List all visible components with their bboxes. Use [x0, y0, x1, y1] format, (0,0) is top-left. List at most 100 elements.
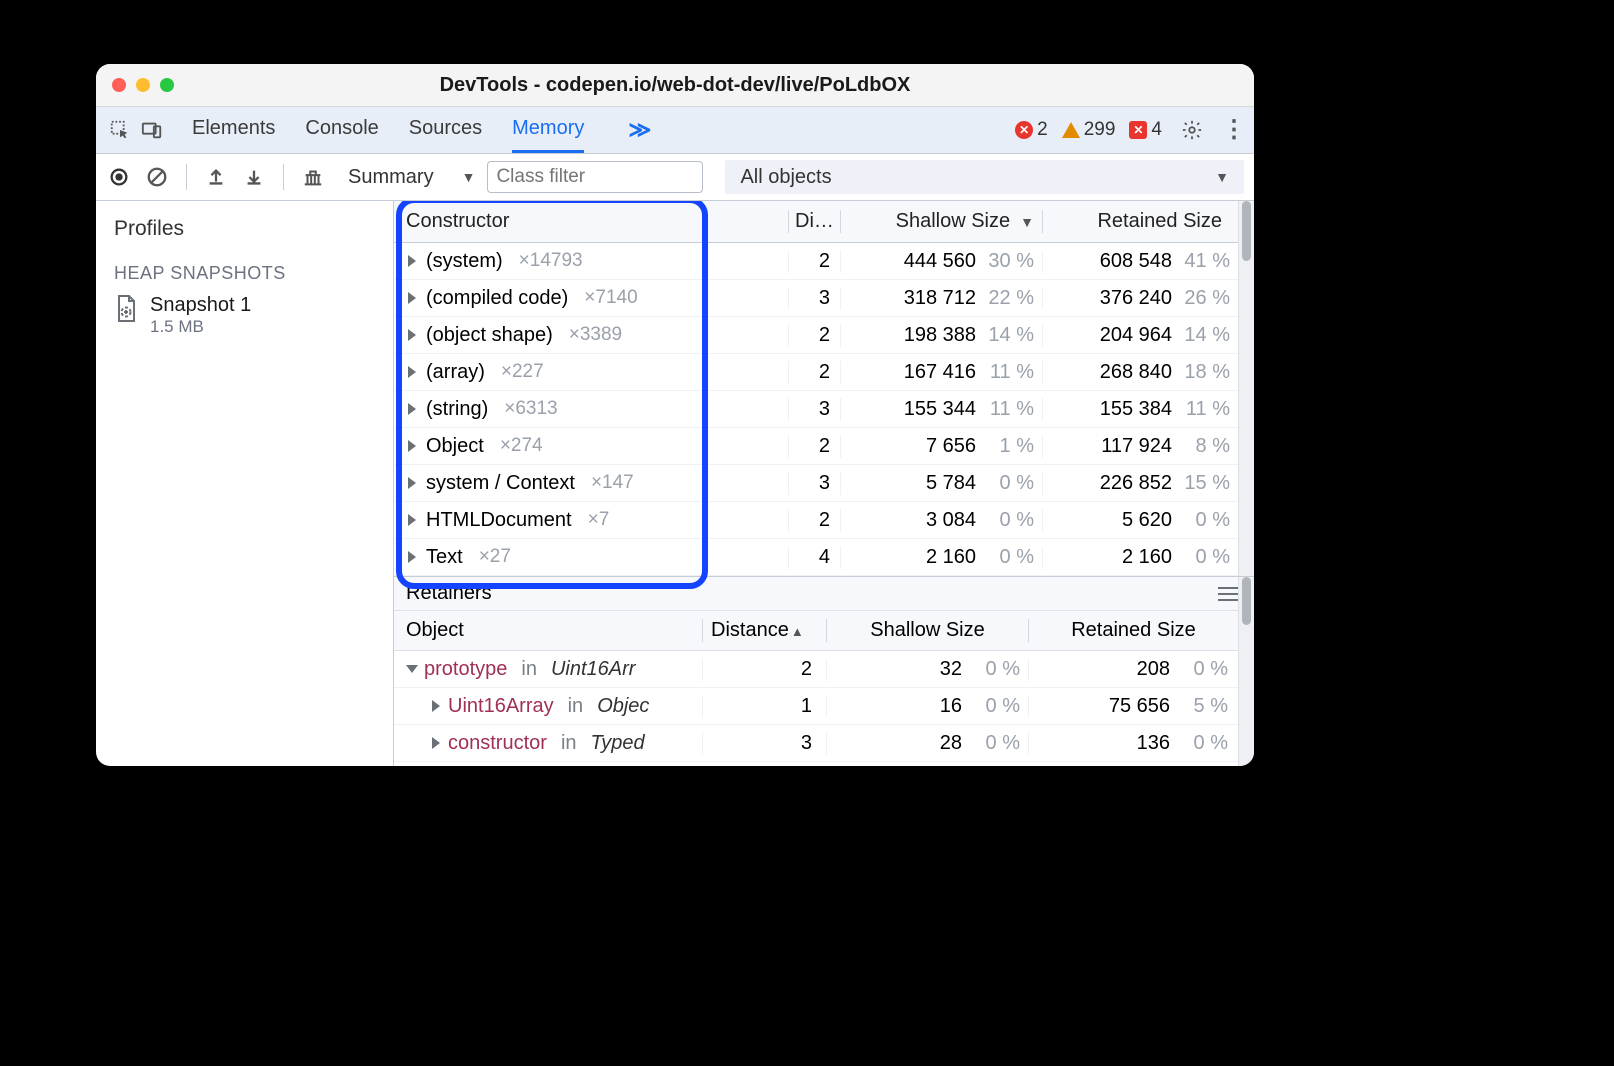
col-distance[interactable]: Di…	[788, 210, 840, 233]
device-toggle-icon[interactable]	[136, 114, 168, 146]
col-retained-size[interactable]: Retained Size	[1042, 210, 1238, 233]
table-header: Constructor Di… Shallow Size▼ Retained S…	[394, 201, 1254, 243]
constructor-name: HTMLDocument	[426, 509, 572, 532]
retainer-row[interactable]: Uint16ArrayinObjec1160 %75 6565 %	[394, 688, 1238, 725]
table-row[interactable]: Text×2742 1600 %2 1600 %	[394, 539, 1238, 576]
issues-count[interactable]: ✕ 4	[1129, 119, 1162, 141]
retained-size-cell: 2 1600 %	[1042, 546, 1238, 569]
instance-count: ×14793	[519, 250, 583, 272]
col-distance[interactable]: Distance▲	[702, 619, 826, 642]
zoom-window-button[interactable]	[160, 78, 174, 92]
retainer-row[interactable]: constructorinTyped3280 %1360 %	[394, 725, 1238, 762]
class-name: Uint16Arr	[551, 658, 635, 681]
expand-icon[interactable]	[406, 665, 418, 673]
distance-cell: 4	[788, 546, 840, 569]
table-row[interactable]: (string)×63133155 34411 %155 38411 %	[394, 391, 1238, 428]
scope-select[interactable]: All objects ▼	[725, 160, 1244, 194]
shallow-size-cell: 198 38814 %	[840, 324, 1042, 347]
table-row[interactable]: (object shape)×33892198 38814 %204 96414…	[394, 317, 1238, 354]
error-count[interactable]: ✕ 2	[1015, 119, 1048, 141]
expand-icon[interactable]	[408, 255, 416, 267]
tab-sources[interactable]: Sources	[409, 107, 482, 153]
issues-icon: ✕	[1129, 121, 1147, 139]
table-row[interactable]: system / Context×14735 7840 %226 85215 %	[394, 465, 1238, 502]
view-select[interactable]: Summary ▼	[348, 166, 475, 189]
retained-size-cell: 1360 %	[1028, 732, 1238, 755]
snapshot-item[interactable]: Snapshot 1 1.5 MB	[96, 290, 393, 341]
col-shallow-size[interactable]: Shallow Size▼	[840, 210, 1042, 233]
expand-icon[interactable]	[408, 477, 416, 489]
shallow-size-cell: 320 %	[826, 658, 1028, 681]
retainers-panel: Retainers Object Distance▲ Shallow Size …	[394, 576, 1254, 766]
class-name: Typed	[591, 732, 645, 755]
shallow-size-cell: 444 56030 %	[840, 250, 1042, 273]
class-name: Objec	[597, 695, 649, 718]
instance-count: ×147	[591, 472, 634, 494]
instance-count: ×6313	[504, 398, 557, 420]
expand-icon[interactable]	[408, 292, 416, 304]
expand-icon[interactable]	[432, 700, 440, 712]
chevron-down-icon: ▼	[1215, 169, 1229, 185]
collect-garbage-icon[interactable]	[300, 164, 326, 190]
tab-console[interactable]: Console	[305, 107, 378, 153]
distance-cell: 1	[702, 695, 826, 718]
shallow-size-cell: 160 %	[826, 695, 1028, 718]
instance-count: ×227	[501, 361, 544, 383]
distance-cell: 2	[788, 250, 840, 273]
tab-memory[interactable]: Memory	[512, 107, 584, 153]
retainer-row[interactable]: prototypeinUint16Arr2320 %2080 %	[394, 651, 1238, 688]
gear-icon[interactable]	[1176, 114, 1208, 146]
instance-count: ×7140	[584, 287, 637, 309]
shallow-size-cell: 167 41611 %	[840, 361, 1042, 384]
distance-cell: 3	[788, 398, 840, 421]
kebab-menu-icon[interactable]: ⋮	[1222, 124, 1246, 136]
constructor-name: (compiled code)	[426, 287, 568, 310]
expand-icon[interactable]	[408, 440, 416, 452]
table-row[interactable]: (array)×2272167 41611 %268 84018 %	[394, 354, 1238, 391]
expand-icon[interactable]	[408, 366, 416, 378]
expand-icon[interactable]	[432, 737, 440, 749]
property-name: constructor	[448, 732, 547, 755]
instance-count: ×3389	[569, 324, 622, 346]
shallow-size-cell: 280 %	[826, 732, 1028, 755]
shallow-size-cell: 3 0840 %	[840, 509, 1042, 532]
menu-icon[interactable]	[1218, 587, 1238, 601]
in-keyword: in	[515, 658, 543, 681]
minimize-window-button[interactable]	[136, 78, 150, 92]
constructor-name: Text	[426, 546, 463, 569]
inspect-element-icon[interactable]	[104, 114, 136, 146]
shallow-size-cell: 155 34411 %	[840, 398, 1042, 421]
table-row[interactable]: HTMLDocument×723 0840 %5 6200 %	[394, 502, 1238, 539]
table-row[interactable]: (system)×147932444 56030 %608 54841 %	[394, 243, 1238, 280]
save-profile-icon[interactable]	[241, 164, 267, 190]
window-title: DevTools - codepen.io/web-dot-dev/live/P…	[96, 74, 1254, 97]
expand-icon[interactable]	[408, 551, 416, 563]
constructor-name: (array)	[426, 361, 485, 384]
separator	[283, 164, 284, 190]
record-icon[interactable]	[106, 164, 132, 190]
expand-icon[interactable]	[408, 514, 416, 526]
table-row[interactable]: Object×27427 6561 %117 9248 %	[394, 428, 1238, 465]
sort-desc-icon: ▼	[1020, 214, 1034, 230]
instance-count: ×7	[588, 509, 610, 531]
scrollbar[interactable]	[1238, 577, 1254, 766]
table-row[interactable]: (compiled code)×71403318 71222 %376 2402…	[394, 280, 1238, 317]
shallow-size-cell: 318 71222 %	[840, 287, 1042, 310]
col-retained[interactable]: Retained Size	[1028, 619, 1238, 642]
profiles-header: Profiles	[96, 209, 393, 249]
col-object[interactable]: Object	[394, 619, 702, 642]
class-filter-input[interactable]	[487, 161, 703, 193]
col-shallow[interactable]: Shallow Size	[826, 619, 1028, 642]
snapshot-file-icon	[114, 294, 138, 330]
property-name: prototype	[424, 658, 507, 681]
expand-icon[interactable]	[408, 329, 416, 341]
load-profile-icon[interactable]	[203, 164, 229, 190]
close-window-button[interactable]	[112, 78, 126, 92]
col-constructor[interactable]: Constructor	[394, 210, 788, 233]
expand-icon[interactable]	[408, 403, 416, 415]
tab-elements[interactable]: Elements	[192, 107, 275, 153]
clear-icon[interactable]	[144, 164, 170, 190]
in-keyword: in	[555, 732, 583, 755]
tabs-overflow-icon[interactable]: ≫	[628, 117, 651, 143]
warning-count[interactable]: 299	[1062, 119, 1116, 141]
